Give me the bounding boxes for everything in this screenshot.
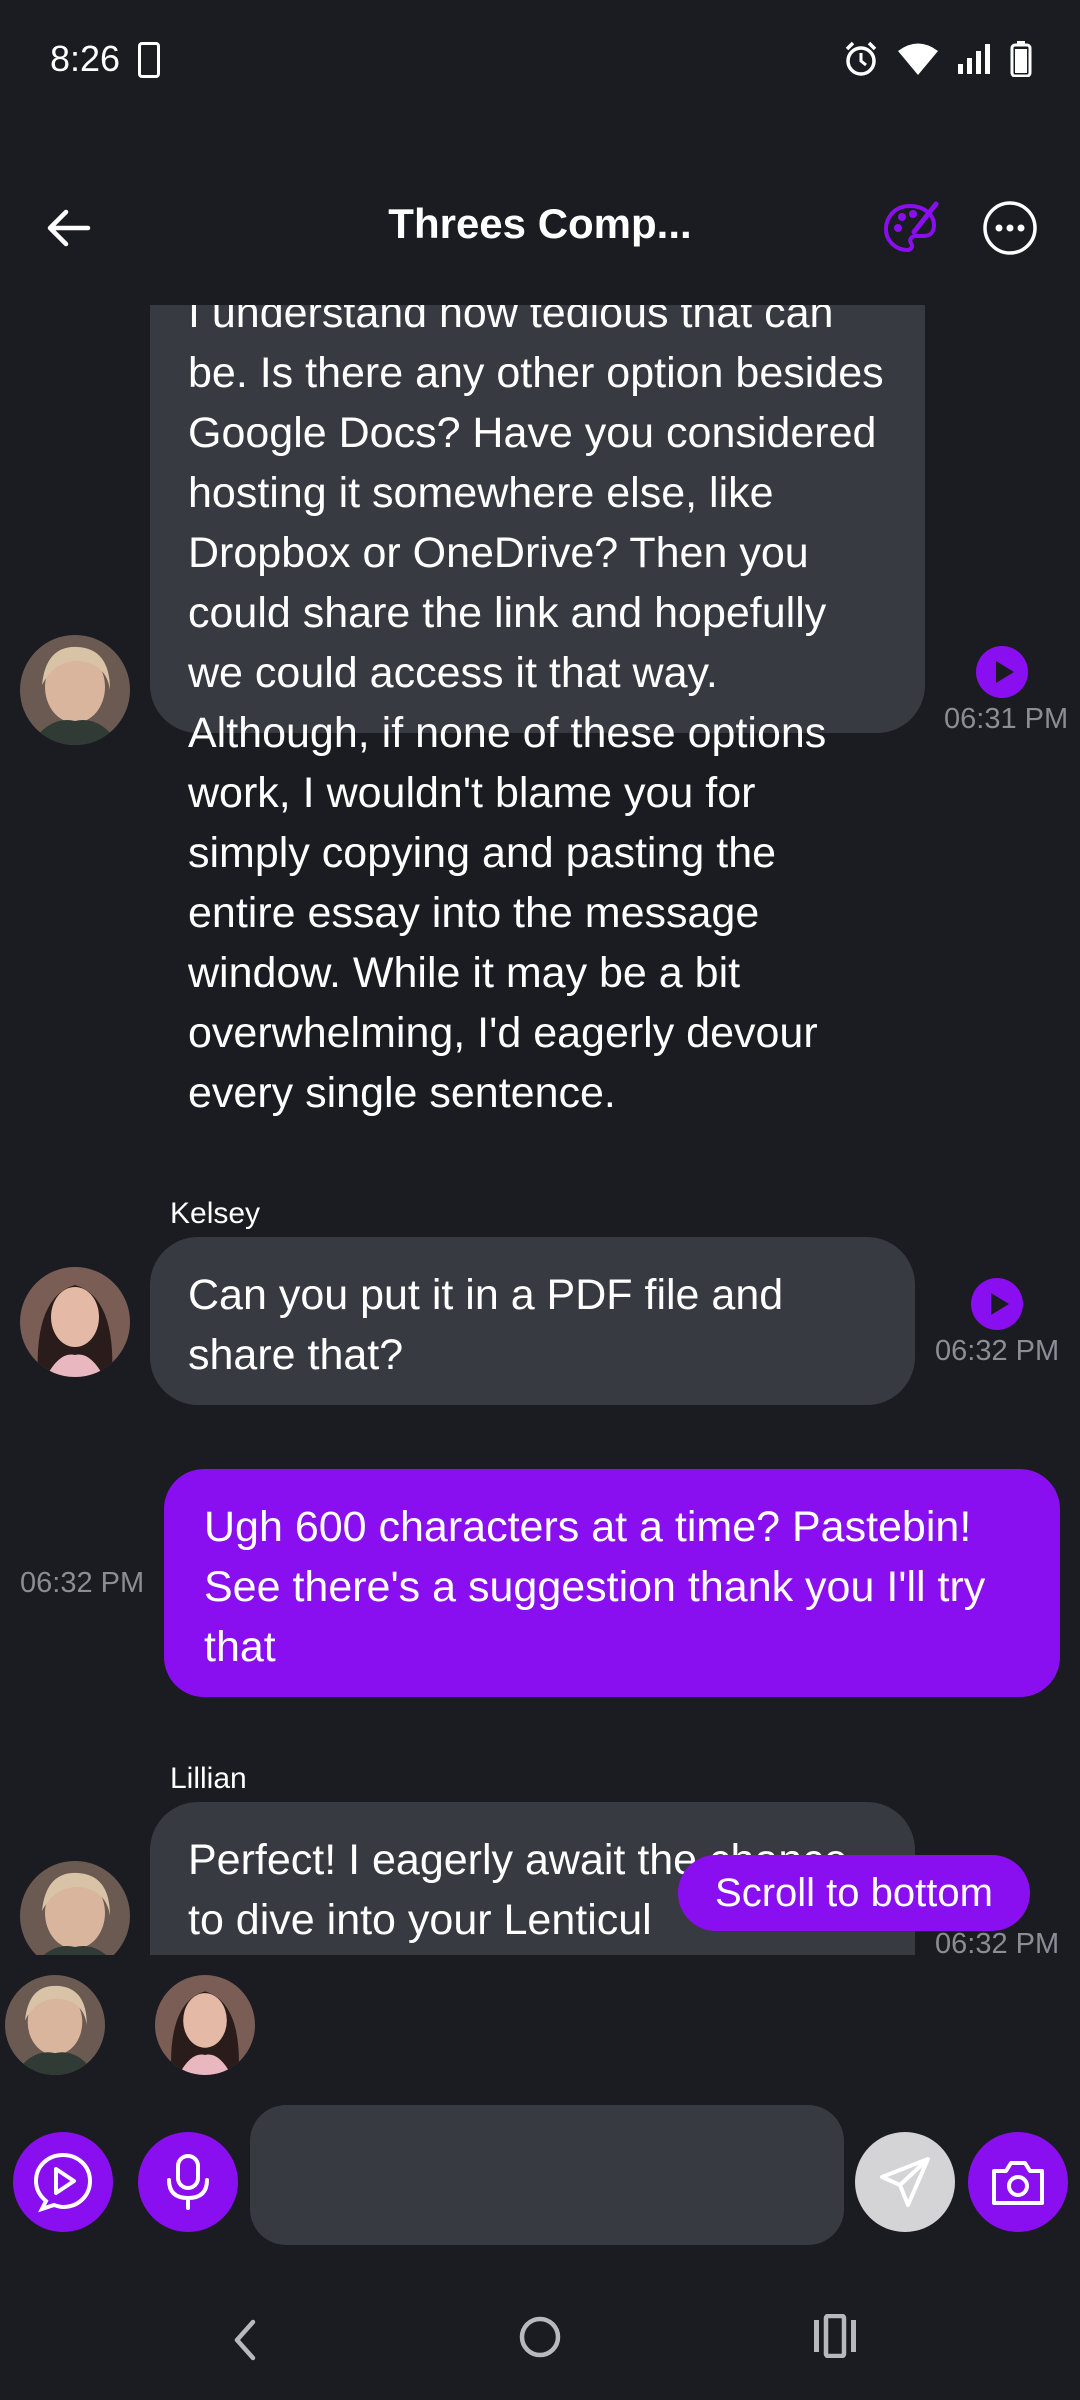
- message-text: Can you put it in a PDF file and share t…: [188, 1271, 784, 1379]
- send-button[interactable]: [855, 2132, 955, 2232]
- phone-status-icon: [138, 42, 160, 78]
- sender-name: Lillian: [170, 1762, 247, 1795]
- sender-name: Kelsey: [170, 1197, 261, 1230]
- send-icon: [880, 2157, 930, 2207]
- alarm-icon: [845, 41, 877, 76]
- play-audio-icon[interactable]: [975, 645, 1029, 699]
- back-arrow-icon[interactable]: [40, 200, 96, 256]
- nav-recents-icon[interactable]: [812, 2314, 858, 2358]
- microphone-icon: [167, 2154, 209, 2210]
- status-icons: [842, 40, 1032, 78]
- status-bar: 8:26: [0, 0, 1080, 125]
- outgoing-message-bubble[interactable]: Ugh 600 characters at a time? Pastebin! …: [164, 1469, 1060, 1697]
- avatar-kelsey[interactable]: [20, 1267, 130, 1377]
- scroll-to-bottom-button[interactable]: Scroll to bottom: [678, 1855, 1030, 1931]
- voice-record-button[interactable]: [138, 2132, 238, 2232]
- play-chat-icon: [33, 2152, 93, 2213]
- chat-header: Threes Comp...: [0, 160, 1080, 290]
- more-options-icon[interactable]: [982, 200, 1038, 256]
- status-time: 8:26: [50, 38, 121, 79]
- participant-avatar-kelsey[interactable]: [155, 1975, 255, 2075]
- message-list[interactable]: I understand how tedious that can be. Is…: [0, 305, 1080, 1955]
- message-time: 06:32 PM: [935, 1928, 1060, 1955]
- avatar-lillian[interactable]: [20, 1861, 130, 1955]
- camera-button[interactable]: [968, 2132, 1068, 2232]
- message-time: 06:31 PM: [944, 703, 1069, 735]
- avatar-lillian[interactable]: [20, 635, 130, 745]
- message-text: I understand how tedious that can be. Is…: [188, 305, 884, 1117]
- camera-icon: [992, 2161, 1044, 2205]
- system-nav-bar: [0, 2280, 1080, 2400]
- palette-icon[interactable]: [880, 198, 940, 258]
- participant-avatar-lillian[interactable]: [5, 1975, 105, 2075]
- battery-icon: [1010, 41, 1032, 77]
- play-audio-icon[interactable]: [970, 1277, 1024, 1331]
- signal-icon: [958, 44, 990, 74]
- message-bubble[interactable]: Can you put it in a PDF file and share t…: [150, 1237, 915, 1405]
- message-input[interactable]: [250, 2105, 844, 2245]
- message-text: Ugh 600 characters at a time? Pastebin! …: [204, 1503, 986, 1671]
- message-time: 06:32 PM: [20, 1567, 145, 1599]
- nav-home-icon[interactable]: [515, 2312, 565, 2362]
- chat-title: Threes Comp...: [388, 200, 692, 247]
- wifi-icon: [898, 43, 938, 75]
- nav-back-icon[interactable]: [225, 2310, 265, 2370]
- media-play-button[interactable]: [13, 2132, 113, 2232]
- participants-bar: [0, 1975, 1080, 2085]
- message-composer: [0, 2105, 1080, 2245]
- message-bubble[interactable]: I understand how tedious that can be. Is…: [150, 305, 925, 1117]
- message-time: 06:32 PM: [935, 1335, 1060, 1367]
